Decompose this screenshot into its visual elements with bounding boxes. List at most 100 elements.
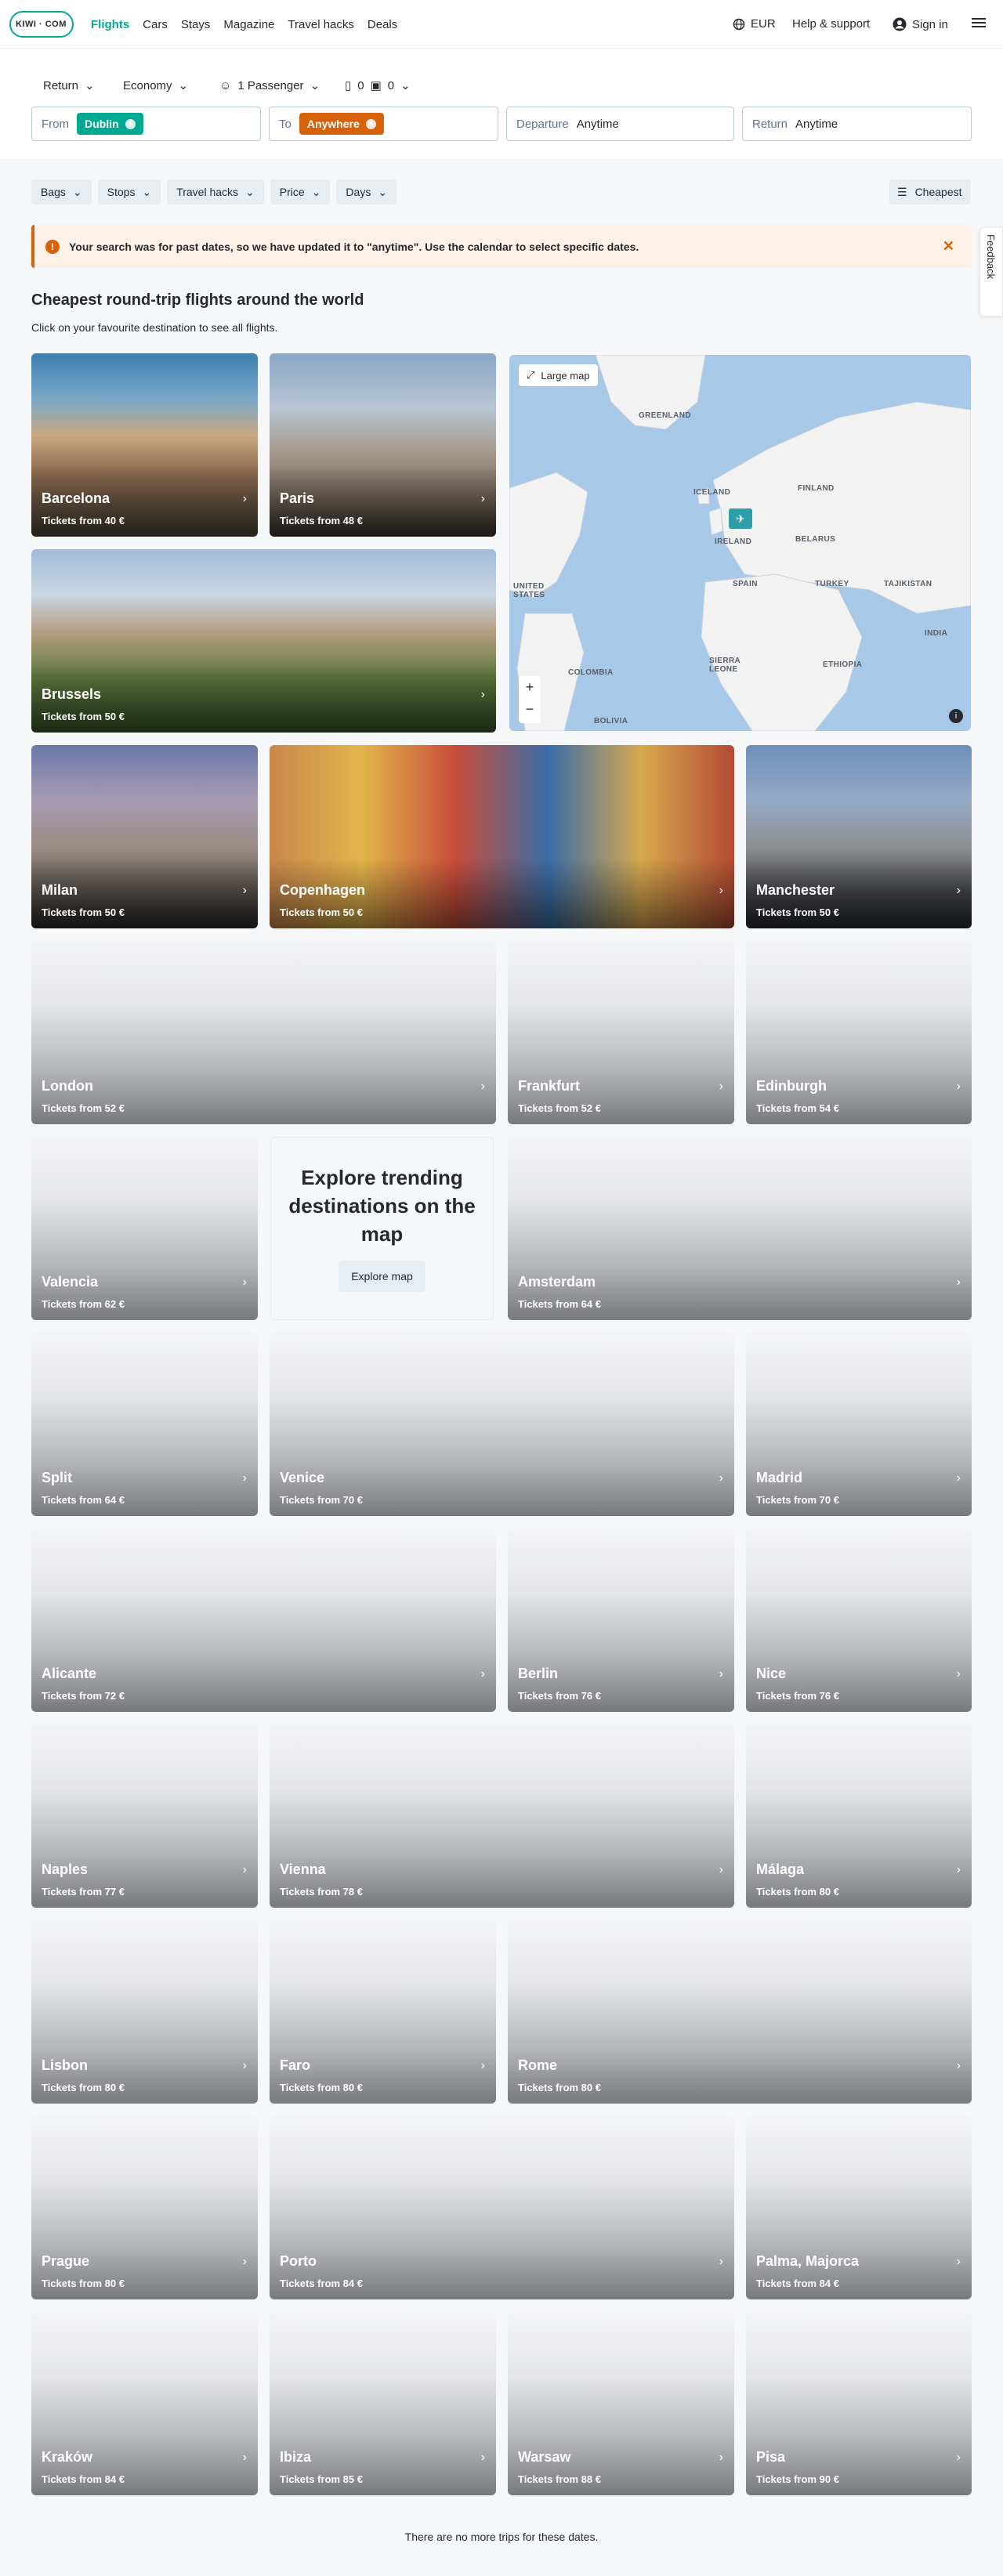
remove-icon[interactable]: ✕ <box>125 118 136 129</box>
destination-card[interactable]: Madrid Tickets from 70 € › <box>746 1333 972 1516</box>
chevron-right-icon: › <box>956 1080 961 1093</box>
destination-price: Tickets from 90 € <box>756 2473 839 2485</box>
chevron-right-icon: › <box>719 2255 723 2268</box>
return-field[interactable]: Return Anytime <box>742 107 972 141</box>
menu-icon[interactable] <box>972 16 986 29</box>
destination-card[interactable]: Paris Tickets from 48 € › <box>270 353 496 537</box>
map-label: ICELAND <box>693 488 731 497</box>
nav-flights[interactable]: Flights <box>91 18 129 31</box>
destination-name: Faro <box>280 2057 311 2073</box>
chevron-right-icon: › <box>242 1275 247 1289</box>
filter-stops[interactable]: Stops ⌄ <box>97 179 161 204</box>
currency-selector[interactable]: EUR <box>733 17 776 31</box>
destination-name: Milan <box>42 882 78 898</box>
destination-card[interactable]: Faro Tickets from 80 € › <box>270 1920 496 2104</box>
chevron-right-icon: › <box>956 2451 961 2464</box>
kiwi-logo[interactable]: KIWI · COM <box>9 11 74 38</box>
explore-map-button[interactable]: Explore map <box>339 1261 425 1292</box>
nav-cars[interactable]: Cars <box>143 18 168 31</box>
destination-price: Tickets from 80 € <box>518 2082 601 2093</box>
passengers-select[interactable]: ☺ 1 Passenger ⌄ <box>219 78 320 93</box>
destination-price: Tickets from 80 € <box>42 2278 125 2289</box>
nav-deals[interactable]: Deals <box>368 18 397 31</box>
sort-button[interactable]: ☰ Cheapest <box>889 179 971 204</box>
to-chip[interactable]: Anywhere ✕ <box>299 113 384 135</box>
destination-card[interactable]: Amsterdam Tickets from 64 € › <box>508 1137 972 1320</box>
filter-days[interactable]: Days ⌄ <box>336 179 397 204</box>
help-link[interactable]: Help & support <box>792 17 870 31</box>
destination-price: Tickets from 54 € <box>756 1102 839 1114</box>
destination-name: Frankfurt <box>518 1078 581 1094</box>
destination-name: Venice <box>280 1470 325 1485</box>
destination-card[interactable]: London Tickets from 52 € › <box>31 941 496 1124</box>
destination-card[interactable]: Venice Tickets from 70 € › <box>270 1333 734 1516</box>
to-field[interactable]: To Anywhere ✕ <box>269 107 498 141</box>
destination-card[interactable]: Nice Tickets from 76 € › <box>746 1529 972 1712</box>
map-label: ETHIOPIA <box>823 660 863 669</box>
chevron-right-icon: › <box>242 1471 247 1485</box>
destination-card[interactable]: Rome Tickets from 80 € › <box>508 1920 972 2104</box>
filter-travel-hacks[interactable]: Travel hacks ⌄ <box>167 179 264 204</box>
close-icon[interactable]: ✕ <box>943 238 954 255</box>
destination-card[interactable]: Palma, Majorca Tickets from 84 € › <box>746 2116 972 2299</box>
filter-bags[interactable]: Bags ⌄ <box>31 179 92 204</box>
destination-name: London <box>42 1078 93 1094</box>
top-bar: KIWI · COM Flights Cars Stays Magazine T… <box>0 0 1003 49</box>
destination-card[interactable]: Edinburgh Tickets from 54 € › <box>746 941 972 1124</box>
destination-card[interactable]: Copenhagen Tickets from 50 € › <box>270 745 734 928</box>
large-map-button[interactable]: ⤢ Large map <box>519 364 598 386</box>
destination-card[interactable]: Porto Tickets from 84 € › <box>270 2116 734 2299</box>
filter-price[interactable]: Price ⌄ <box>270 179 331 204</box>
trending-map-promo: Explore trending destinations on the map… <box>270 1137 494 1320</box>
nav-stays[interactable]: Stays <box>181 18 211 31</box>
destination-card[interactable]: Berlin Tickets from 76 € › <box>508 1529 734 1712</box>
zoom-out-icon[interactable]: − <box>519 698 541 720</box>
feedback-tab[interactable]: Feedback <box>979 227 1003 317</box>
destination-card[interactable]: Kraków Tickets from 84 € › <box>31 2312 258 2495</box>
destination-card[interactable]: Barcelona Tickets from 40 € › <box>31 353 258 537</box>
destination-card[interactable]: Naples Tickets from 77 € › <box>31 1724 258 1908</box>
zoom-control[interactable]: + − <box>519 676 541 723</box>
signin-button[interactable]: Sign in <box>893 17 948 31</box>
destination-name: Pisa <box>756 2449 786 2465</box>
chevron-right-icon: › <box>719 1080 723 1093</box>
map-label: SPAIN <box>733 580 758 588</box>
destination-card[interactable]: Milan Tickets from 50 € › <box>31 745 258 928</box>
destination-card[interactable]: Málaga Tickets from 80 € › <box>746 1724 972 1908</box>
departure-field[interactable]: Departure Anytime <box>506 107 734 141</box>
bags-select[interactable]: ▯ 0 ▣ 0 ⌄ <box>345 78 411 93</box>
destination-card[interactable]: Pisa Tickets from 90 € › <box>746 2312 972 2495</box>
nav-magazine[interactable]: Magazine <box>223 18 274 31</box>
map-label: GREENLAND <box>639 411 691 420</box>
from-field[interactable]: From Dublin ✕ <box>31 107 261 141</box>
destination-price: Tickets from 70 € <box>280 1494 363 1506</box>
destination-card[interactable]: Vienna Tickets from 78 € › <box>270 1724 734 1908</box>
remove-icon[interactable]: ✕ <box>365 118 376 129</box>
destination-card[interactable]: Valencia Tickets from 62 € › <box>31 1137 258 1320</box>
filter-label: Stops <box>107 186 136 198</box>
destination-card[interactable]: Alicante Tickets from 72 € › <box>31 1529 496 1712</box>
destination-card[interactable]: Lisbon Tickets from 80 € › <box>31 1920 258 2104</box>
chevron-right-icon: › <box>956 1863 961 1876</box>
destination-card[interactable]: Frankfurt Tickets from 52 € › <box>508 941 734 1124</box>
destination-price: Tickets from 50 € <box>42 711 125 722</box>
nav-travel-hacks[interactable]: Travel hacks <box>288 18 353 31</box>
destination-card[interactable]: Warsaw Tickets from 88 € › <box>508 2312 734 2495</box>
trip-type-select[interactable]: Return ⌄ <box>43 78 95 93</box>
origin-marker-icon[interactable]: ✈ <box>729 508 752 529</box>
main-nav: Flights Cars Stays Magazine Travel hacks… <box>91 18 411 31</box>
destinations-map[interactable]: ⤢ Large map GREENLAND ICELAND FINLAND IRE… <box>509 355 971 731</box>
destination-price: Tickets from 78 € <box>280 1886 363 1898</box>
destination-card[interactable]: Manchester Tickets from 50 € › <box>746 745 972 928</box>
info-icon[interactable]: i <box>949 709 963 723</box>
destination-card[interactable]: Brussels Tickets from 50 € › <box>31 549 496 733</box>
destination-card[interactable]: Prague Tickets from 80 € › <box>31 2116 258 2299</box>
cabin-select[interactable]: Economy ⌄ <box>123 78 188 93</box>
zoom-in-icon[interactable]: + <box>519 676 541 698</box>
destination-name: Brussels <box>42 686 102 702</box>
from-chip[interactable]: Dublin ✕ <box>77 113 143 135</box>
destination-card[interactable]: Ibiza Tickets from 85 € › <box>270 2312 496 2495</box>
sort-icon: ☰ <box>897 185 907 198</box>
map-label: UNITED STATES <box>513 582 545 599</box>
destination-card[interactable]: Split Tickets from 64 € › <box>31 1333 258 1516</box>
